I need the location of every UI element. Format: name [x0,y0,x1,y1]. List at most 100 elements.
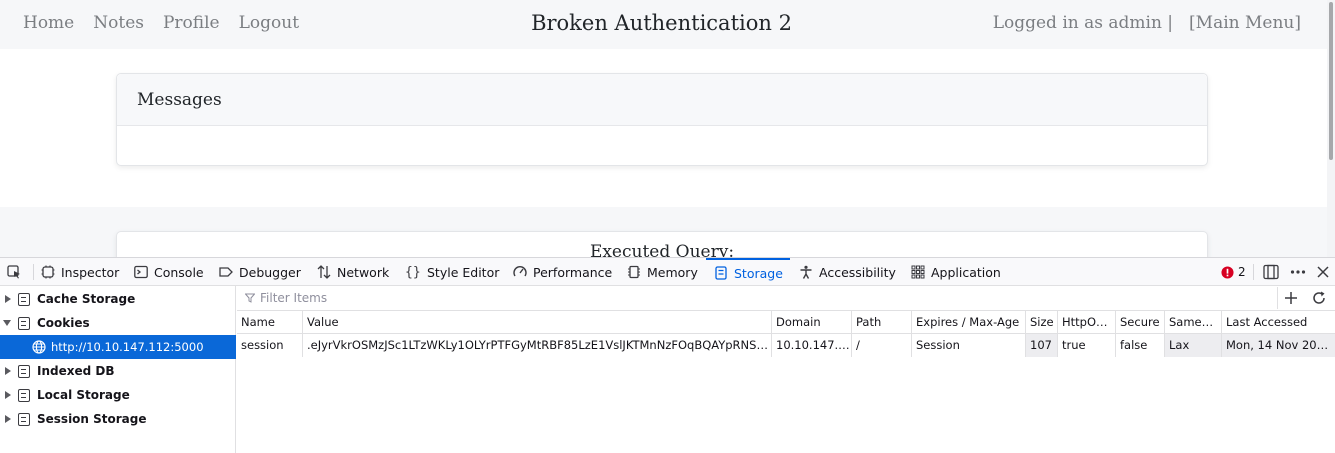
cell-name[interactable]: session [237,334,302,357]
page-scrollbar[interactable] [1327,0,1335,257]
error-count-badge[interactable]: 2 [1221,258,1246,286]
tree-item-local-storage[interactable]: Local Storage [0,383,236,407]
tab-network[interactable]: Network [317,258,389,286]
filter-placeholder: Filter Items [260,291,328,305]
more-options-button[interactable] [1290,258,1306,286]
devtools-toolbar: Inspector Console Debugger Network {} St… [0,258,1335,286]
table-header-row: Name Value Domain Path Expires / Max-Age… [237,311,1335,334]
style-editor-icon: {} [405,264,421,280]
column-header-path[interactable]: Path [851,311,911,334]
tab-label: Memory [647,264,698,280]
table-row[interactable]: session .eJyrVkrOSMzJSc1LTzWKLy1OLYrPTFG… [237,334,1335,357]
filter-items-input[interactable]: Filter Items [245,291,327,305]
globe-icon [32,340,46,354]
tab-memory[interactable]: Memory [627,258,698,286]
network-icon [317,265,331,279]
refresh-icon[interactable] [1312,291,1326,305]
close-icon [1317,266,1329,278]
database-icon [18,292,30,306]
storage-icon [715,266,727,280]
tab-console[interactable]: Console [134,258,204,286]
accessibility-icon [800,265,812,279]
messages-card-header: Messages [117,74,1207,126]
top-navbar: Home Notes Profile Logout Broken Authent… [0,0,1327,49]
database-icon [18,412,30,426]
toolbar-separator [1253,264,1254,280]
tab-style-editor[interactable]: {} Style Editor [405,258,499,286]
tab-label: Console [154,264,204,280]
add-item-icon[interactable] [1284,291,1298,305]
cell-size[interactable]: 107 [1025,334,1057,357]
more-options-icon [1290,270,1306,274]
tree-item-indexed-db[interactable]: Indexed DB [0,359,236,383]
expand-arrow-icon[interactable] [5,367,11,375]
executed-query-title: Executed Query: [589,242,735,257]
cookies-content: Filter Items Name Value Domain Path Expi… [237,286,1335,453]
tree-item-cache-storage[interactable]: Cache Storage [0,287,236,311]
column-header-samesite[interactable]: Same… [1164,311,1221,334]
tab-inspector[interactable]: Inspector [41,258,119,286]
tab-application[interactable]: Application [911,258,1001,286]
cell-httponly[interactable]: true [1057,334,1115,357]
cell-value[interactable]: .eJyrVkrOSMzJSc1LTzWKLy1OLYrPTFGyMtRBF85… [302,334,771,357]
error-count: 2 [1238,265,1246,279]
tab-accessibility[interactable]: Accessibility [799,258,896,286]
tab-label: Network [337,264,390,280]
debugger-icon [219,267,233,277]
cell-domain[interactable]: 10.10.147.… [771,334,851,357]
expand-arrow-icon[interactable] [5,295,11,303]
application-icon [911,265,925,279]
database-icon [18,316,30,330]
memory-icon [628,265,640,279]
column-header-last-accessed[interactable]: Last Accessed [1221,311,1335,334]
tab-label: Performance [533,264,613,280]
cell-expires[interactable]: Session [911,334,1025,357]
column-header-value[interactable]: Value [302,311,771,334]
column-header-expires[interactable]: Expires / Max-Age [911,311,1025,334]
scrollbar-thumb[interactable] [1329,2,1333,160]
main-menu-link[interactable]: [Main Menu] [1189,13,1301,33]
expand-arrow-icon[interactable] [5,391,11,399]
cell-last-accessed[interactable]: Mon, 14 Nov 202… [1221,334,1335,357]
responsive-design-icon [1263,264,1279,280]
filter-icon [245,293,255,303]
column-header-httponly[interactable]: HttpO… [1057,311,1115,334]
cell-secure[interactable]: false [1115,334,1164,357]
tree-item-label: http://10.10.147.112:5000 [51,340,204,354]
column-header-name[interactable]: Name [237,311,302,334]
executed-query-card: Executed Query: [116,231,1208,257]
tab-label: Application [931,264,1001,280]
storage-sidebar: Cache Storage Cookies http://10.10.147.1… [0,286,236,453]
error-icon [1221,265,1234,279]
filter-bar: Filter Items [237,286,1335,311]
tab-storage[interactable]: Storage [706,258,790,286]
database-icon [18,388,30,402]
responsive-design-button[interactable] [1263,258,1279,286]
column-header-secure[interactable]: Secure [1115,311,1164,334]
expand-arrow-icon[interactable] [5,415,11,423]
cell-path[interactable]: / [851,334,911,357]
tab-performance[interactable]: Performance [513,258,612,286]
tab-label: Style Editor [427,264,500,280]
nav-right: Logged in as admin | [Main Menu] [993,13,1301,33]
toolbar-separator [33,264,34,280]
tab-label: Accessibility [819,264,896,280]
performance-icon [513,266,527,277]
cell-samesite[interactable]: Lax [1164,334,1221,357]
tab-debugger[interactable]: Debugger [219,258,301,286]
filter-separator [1277,287,1278,309]
tab-label: Storage [734,265,783,281]
tree-item-cookie-origin[interactable]: http://10.10.147.112:5000 [0,335,236,359]
close-devtools-button[interactable] [1317,258,1329,286]
element-picker-button[interactable] [7,258,21,286]
logged-in-text: Logged in as admin | [992,13,1174,33]
column-header-size[interactable]: Size [1025,311,1057,334]
element-picker-icon [7,265,20,279]
tree-item-session-storage[interactable]: Session Storage [0,407,236,431]
collapse-arrow-icon[interactable] [3,320,11,326]
tab-label: Debugger [239,264,301,280]
column-header-domain[interactable]: Domain [771,311,851,334]
tree-item-cookies[interactable]: Cookies [0,311,236,335]
messages-card: Messages [116,73,1208,166]
inspector-icon [41,265,55,279]
